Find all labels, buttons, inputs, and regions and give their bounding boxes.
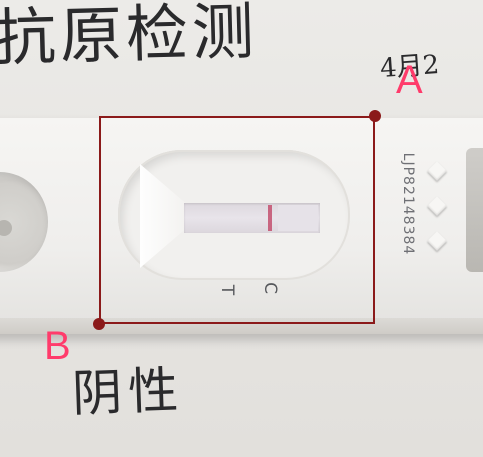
- annotation-label-b: B: [44, 324, 71, 368]
- annotation-point-b: [93, 318, 105, 330]
- annotation-label-a: A: [396, 58, 423, 102]
- annotation-box: [99, 116, 375, 324]
- handwritten-result: 阴性: [71, 361, 186, 423]
- cassette-right-tab: [466, 148, 483, 272]
- lot-number: LJP82148384: [400, 152, 416, 256]
- annotation-point-a: [369, 110, 381, 122]
- handwritten-title: 抗原检测: [0, 0, 259, 75]
- photo-scene: 抗原检测 4月2 C T LJP82148384 阴性 A B: [0, 0, 483, 457]
